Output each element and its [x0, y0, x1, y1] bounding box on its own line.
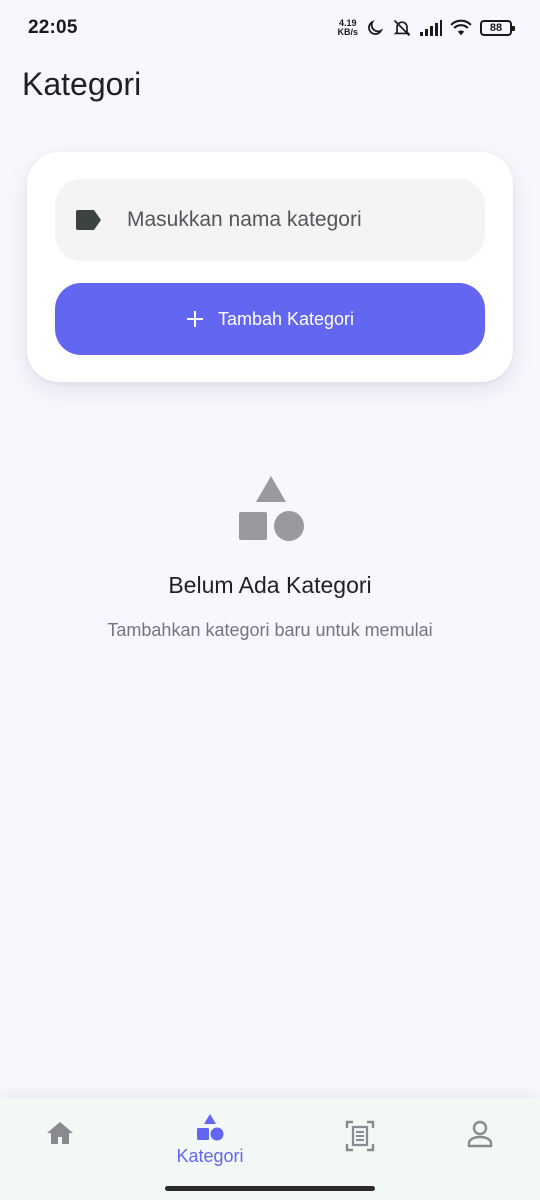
status-bar: 22:05 4.19 KB/s 88: [0, 0, 540, 56]
nav-item-home[interactable]: [10, 1098, 110, 1178]
network-speed-unit: KB/s: [337, 27, 358, 37]
nav-item-report[interactable]: [310, 1098, 410, 1178]
label-tag-icon: [76, 210, 101, 230]
document-scan-icon: [345, 1120, 375, 1152]
category-name-input[interactable]: [127, 208, 447, 232]
category-shapes-icon: [239, 476, 304, 541]
add-category-card: Tambah Kategori: [27, 152, 513, 382]
add-category-button[interactable]: Tambah Kategori: [55, 283, 485, 355]
status-icons: 4.19 KB/s 88: [337, 18, 515, 38]
nav-label-kategori: Kategori: [176, 1146, 244, 1166]
muted-bell-icon: [393, 19, 411, 37]
empty-state-subtitle: Tambahkan kategori baru untuk memulai: [107, 620, 433, 640]
category-name-field[interactable]: [55, 179, 485, 261]
status-time: 22:05: [28, 17, 78, 38]
category-shapes-icon: [197, 1114, 224, 1141]
wifi-icon: [450, 19, 472, 36]
battery-level: 88: [489, 22, 503, 34]
page-title: Kategori: [22, 66, 142, 102]
battery-icon: 88: [480, 20, 515, 36]
empty-state-title: Belum Ada Kategori: [168, 572, 372, 598]
signal-icon: [420, 20, 442, 36]
plus-icon: [186, 311, 203, 327]
network-speed: 4.19 KB/s: [337, 19, 358, 37]
nav-item-kategori[interactable]: Kategori: [160, 1098, 260, 1178]
nav-item-profile[interactable]: [430, 1098, 530, 1178]
bottom-navigation: Kategori: [0, 1098, 540, 1200]
moon-icon: [368, 19, 384, 35]
home-icon: [47, 1122, 73, 1144]
gesture-bar: [165, 1186, 375, 1191]
add-category-button-label: Tambah Kategori: [217, 308, 355, 329]
person-icon: [467, 1120, 493, 1148]
